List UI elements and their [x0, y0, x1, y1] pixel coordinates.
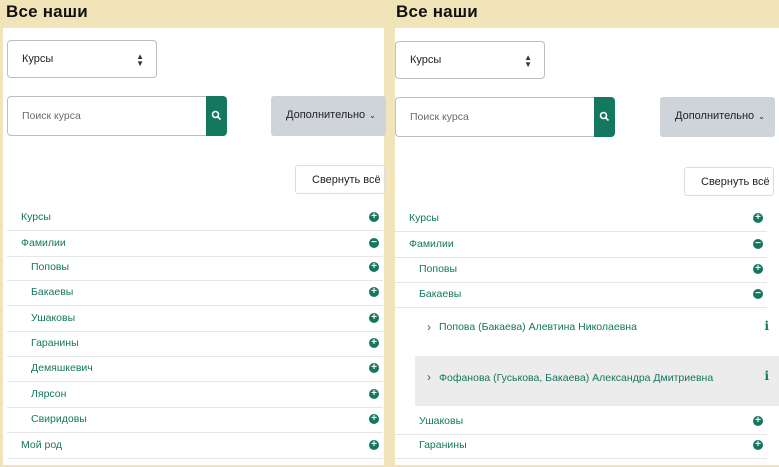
- tree-item[interactable]: Свиридовы +: [7, 408, 383, 433]
- tree-item-label: Поповы: [419, 263, 458, 275]
- expand-plus-icon[interactable]: +: [369, 414, 379, 424]
- expand-plus-icon[interactable]: +: [369, 212, 379, 222]
- more-button[interactable]: Дополнительно ⌄: [660, 97, 775, 137]
- tree-item[interactable]: Ушаковы +: [7, 307, 383, 332]
- more-button-label: Дополнительно: [675, 110, 755, 122]
- expand-plus-icon[interactable]: +: [753, 213, 763, 223]
- tree-item[interactable]: Курсы +: [395, 207, 767, 232]
- category-select-value: Курсы: [410, 54, 442, 66]
- tree-item[interactable]: Поповы +: [7, 256, 383, 281]
- expand-plus-icon[interactable]: +: [369, 338, 379, 348]
- expand-plus-icon[interactable]: +: [369, 389, 379, 399]
- category-select-value: Курсы: [22, 53, 54, 65]
- left-content: Курсы ▲ ▼ Поиск курса Дополнительно ⌄ Свер…: [3, 28, 386, 465]
- tree-item-label: Лярсон: [31, 388, 67, 400]
- collapse-minus-icon[interactable]: −: [369, 238, 379, 248]
- page-title: Все наши: [6, 2, 88, 21]
- tree-item[interactable]: Ушаковы +: [395, 410, 767, 435]
- chevron-right-icon[interactable]: ›: [427, 370, 431, 384]
- collapse-all-button[interactable]: Свернуть всё: [684, 167, 774, 196]
- search-button[interactable]: [594, 97, 615, 137]
- tree-item-label: Бакаевы: [31, 286, 74, 298]
- course-item[interactable]: › Фофанова (Гуськова, Бакаева) Александра…: [415, 356, 779, 406]
- tree-item[interactable]: Фамилии −: [395, 233, 767, 258]
- tree-item[interactable]: Поповы +: [395, 258, 767, 283]
- expand-plus-icon[interactable]: +: [753, 264, 763, 274]
- tree-item-label: Фамилии: [409, 238, 454, 250]
- expand-plus-icon[interactable]: +: [369, 363, 379, 373]
- tree-item-label: Гаранины: [419, 439, 467, 451]
- tree-item-label: Курсы: [409, 212, 439, 224]
- right-content: Курсы ▲ ▼ Поиск курса Дополнительно ⌄ Свер…: [395, 28, 779, 465]
- expand-plus-icon[interactable]: +: [369, 287, 379, 297]
- chevron-down-icon: ⌄: [758, 112, 765, 121]
- page-title: Все наши: [396, 2, 478, 21]
- search-icon: [211, 110, 222, 121]
- tree-item-label: Свиридовы: [31, 413, 87, 425]
- right-panel: Все наши Курсы ▲ ▼ Поиск курса Дополнител…: [390, 0, 779, 467]
- expand-plus-icon[interactable]: +: [369, 262, 379, 272]
- course-link[interactable]: Попова (Бакаева) Алевтина Николаевна: [439, 321, 637, 333]
- tree-item-label: Мой род: [21, 439, 63, 451]
- tree-item[interactable]: Фамилии −: [7, 232, 383, 257]
- more-button[interactable]: Дополнительно ⌄: [271, 96, 386, 136]
- tree-item[interactable]: Бакаевы +: [7, 281, 383, 306]
- left-panel: Все наши Курсы ▲ ▼ Поиск курса Дополнител…: [0, 0, 388, 467]
- expand-plus-icon[interactable]: +: [753, 416, 763, 426]
- info-icon[interactable]: i: [764, 369, 769, 383]
- collapse-all-button[interactable]: Свернуть всё: [295, 165, 385, 194]
- collapse-minus-icon[interactable]: −: [753, 239, 763, 249]
- tree-item-label: Курсы: [21, 211, 51, 223]
- category-select[interactable]: Курсы ▲ ▼: [395, 41, 545, 79]
- search-group: Поиск курса: [395, 97, 615, 137]
- search-input[interactable]: Поиск курса: [7, 96, 207, 136]
- tree-item-label: Демяшкевич: [31, 362, 93, 374]
- search-button[interactable]: [206, 96, 227, 136]
- expand-plus-icon[interactable]: +: [369, 440, 379, 450]
- more-button-label: Дополнительно: [286, 109, 366, 121]
- tree-item-label: Поповы: [31, 261, 70, 273]
- search-group: Поиск курса: [7, 96, 227, 136]
- search-icon: [599, 111, 610, 122]
- tree-item[interactable]: Мой род +: [7, 434, 383, 459]
- tree-item-label: Фамилии: [21, 237, 66, 249]
- collapse-minus-icon[interactable]: −: [753, 289, 763, 299]
- course-link[interactable]: Фофанова (Гуськова, Бакаева) Александра …: [439, 372, 713, 384]
- tree-item-label: Бакаевы: [419, 288, 462, 300]
- select-arrows-icon: ▲ ▼: [524, 53, 532, 69]
- tree-item[interactable]: Демяшкевич +: [7, 357, 383, 382]
- select-arrows-icon: ▲ ▼: [136, 52, 144, 68]
- tree-item-label: Гаранины: [31, 337, 79, 349]
- expand-plus-icon[interactable]: +: [753, 440, 763, 450]
- chevron-right-icon[interactable]: ›: [427, 320, 431, 334]
- category-select[interactable]: Курсы ▲ ▼: [7, 40, 157, 78]
- tree-item-label: Ушаковы: [419, 415, 464, 427]
- course-item[interactable]: › Попова (Бакаева) Алевтина Николаевна i: [415, 308, 779, 348]
- tree-item[interactable]: Бакаевы −: [395, 283, 767, 308]
- tree-item[interactable]: Гаранины +: [395, 434, 767, 459]
- tree-item[interactable]: Гаранины +: [7, 332, 383, 357]
- info-icon[interactable]: i: [764, 319, 769, 333]
- chevron-down-icon: ⌄: [369, 111, 376, 120]
- expand-plus-icon[interactable]: +: [369, 313, 379, 323]
- tree-item-label: Ушаковы: [31, 312, 76, 324]
- tree-item[interactable]: Курсы +: [7, 206, 383, 231]
- search-input[interactable]: Поиск курса: [395, 97, 595, 137]
- tree-item[interactable]: Лярсон +: [7, 383, 383, 408]
